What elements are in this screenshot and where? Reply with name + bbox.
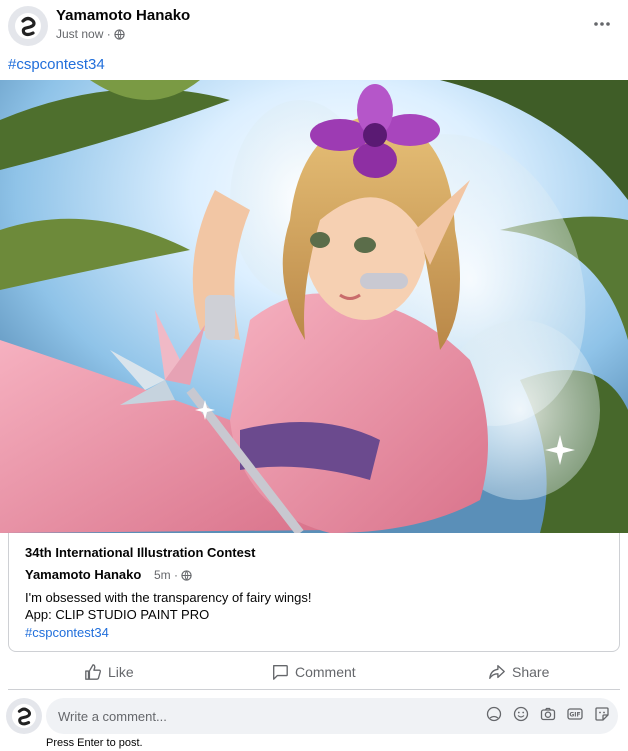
post-hashtag[interactable]: #cspcontest34 [8, 56, 105, 73]
comment-tools: GIF [486, 706, 610, 722]
emoji-icon[interactable] [513, 706, 529, 722]
comment-button[interactable]: Comment [271, 654, 356, 690]
share-button[interactable]: Share [488, 654, 549, 690]
more-icon [594, 22, 610, 26]
caption-card: 34th International Illustration Contest … [8, 533, 620, 652]
comment-row: GIF [0, 696, 628, 736]
fairy-illustration [0, 80, 628, 533]
post-meta: Just now · [56, 27, 125, 41]
caption-author[interactable]: Yamamoto Hanako [25, 567, 141, 582]
avatar-sticker-icon[interactable] [486, 706, 502, 722]
caption-hashtag[interactable]: #cspcontest34 [25, 624, 109, 642]
clip-studio-logo-icon [15, 13, 41, 39]
thumbs-up-icon [85, 664, 101, 680]
timestamp[interactable]: Just now · [56, 27, 111, 41]
share-icon [489, 665, 505, 679]
commenter-avatar[interactable] [6, 698, 42, 734]
avatar[interactable] [8, 6, 48, 46]
caption-app: App: CLIP STUDIO PAINT PRO [25, 607, 210, 622]
share-label: Share [512, 664, 550, 680]
like-label: Like [108, 664, 134, 680]
comment-label: Comment [295, 664, 356, 680]
action-bar: Like Comment Share [8, 654, 620, 690]
author-name[interactable]: Yamamoto Hanako [56, 7, 190, 24]
globe-icon [181, 569, 192, 581]
post-header: Yamamoto Hanako Just now · [0, 0, 628, 52]
post-image[interactable] [0, 80, 628, 533]
more-options-button[interactable] [590, 12, 614, 36]
globe-icon [114, 28, 125, 40]
caption-time: 5m · [154, 568, 192, 582]
caption-title[interactable]: 34th International Illustration Contest [25, 545, 255, 560]
gif-icon[interactable]: GIF [567, 706, 583, 722]
like-button[interactable]: Like [84, 654, 134, 690]
caption-timestamp[interactable]: 5m · [154, 568, 178, 582]
comment-icon [273, 665, 288, 680]
sticker-icon[interactable] [594, 706, 610, 722]
clip-studio-logo-icon [11, 703, 37, 729]
camera-icon[interactable] [540, 706, 556, 722]
svg-text:GIF: GIF [569, 712, 580, 719]
press-enter-hint: Press Enter to post. [46, 737, 143, 749]
caption-text: I'm obsessed with the transparency of fa… [25, 590, 312, 605]
